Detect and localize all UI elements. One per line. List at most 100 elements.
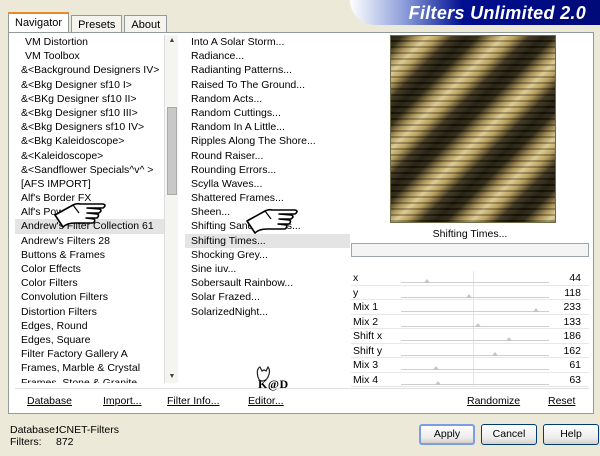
slider-value: 61 xyxy=(569,359,581,371)
list-item[interactable]: Random In A Little... xyxy=(185,120,350,134)
app-banner: Filters Unlimited 2.0 xyxy=(350,0,600,25)
list-item[interactable]: Ripples Along The Shore... xyxy=(185,134,350,148)
filters-count: 872 xyxy=(56,436,74,448)
slider-label: Shift y xyxy=(353,344,383,357)
list-item[interactable]: Rounding Errors... xyxy=(185,163,350,177)
slider-track[interactable] xyxy=(401,279,549,283)
slider-track[interactable] xyxy=(401,366,549,370)
apply-button[interactable]: Apply xyxy=(419,424,475,445)
slider-thumb[interactable] xyxy=(505,337,512,341)
slider-track[interactable] xyxy=(401,380,549,385)
list-item[interactable]: Sobersault Rainbow... xyxy=(185,276,350,290)
arrow-up-icon[interactable]: ▲ xyxy=(165,35,179,47)
list-item[interactable]: &<Background Designers IV> xyxy=(15,63,165,77)
slider-thumb[interactable] xyxy=(533,308,540,312)
list-item[interactable]: Convolution Filters xyxy=(15,290,165,304)
tab-presets[interactable]: Presets xyxy=(71,15,123,32)
pointing-hand-icon xyxy=(54,202,106,228)
list-item[interactable]: Raised To The Ground... xyxy=(185,78,350,92)
list-item[interactable]: Solar Frazed... xyxy=(185,290,350,304)
editor-button[interactable]: Editor... xyxy=(248,395,284,407)
list-item[interactable]: &<Kaleidoscope> xyxy=(15,149,165,163)
list-item[interactable]: VM Distortion xyxy=(15,35,165,49)
randomize-button[interactable]: Randomize xyxy=(467,395,520,407)
list-item[interactable]: &<Sandflower Specials^v^ > xyxy=(15,163,165,177)
slider-label: Shift x xyxy=(353,330,383,342)
list-item[interactable]: Scylla Waves... xyxy=(185,177,350,191)
list-item[interactable]: Radianting Patterns... xyxy=(185,63,350,77)
category-scrollbar[interactable]: ▲ ▼ xyxy=(164,35,178,383)
slider-row: Shift y 162 xyxy=(351,343,589,358)
list-item[interactable]: SolarizedNight... xyxy=(185,305,350,319)
list-item[interactable]: Shifting Times... xyxy=(185,233,350,248)
list-item[interactable]: Color Filters xyxy=(15,276,165,290)
list-item[interactable]: &<BKg Designer sf10 II> xyxy=(15,92,165,106)
slider-value: 133 xyxy=(563,315,581,328)
navigator-toolbar: Database Import... Filter Info... Editor… xyxy=(15,388,589,410)
parameter-sliders: x 44 y 118 Mix 1 233 Mix 2 133 Shift x 186 Shift y… xyxy=(351,271,589,387)
app-title: Filters Unlimited 2.0 xyxy=(408,3,586,23)
list-item[interactable]: [AFS IMPORT] xyxy=(15,177,165,191)
slider-value: 186 xyxy=(563,330,581,342)
slider-label: Mix 2 xyxy=(353,315,379,328)
tab-navigator[interactable]: Navigator xyxy=(8,12,70,32)
slider-track[interactable] xyxy=(401,308,549,312)
slider-thumb[interactable] xyxy=(466,293,473,298)
list-item[interactable]: Buttons & Frames xyxy=(15,248,165,262)
slider-label: Mix 1 xyxy=(353,301,379,313)
list-item[interactable]: Into A Solar Storm... xyxy=(185,35,350,49)
reset-button[interactable]: Reset xyxy=(548,395,575,407)
slider-value: 44 xyxy=(569,272,581,284)
list-item[interactable]: &<Bkg Designer sf10 III> xyxy=(15,106,165,120)
list-item[interactable]: &<Bkg Kaleidoscope> xyxy=(15,134,165,148)
slider-thumb[interactable] xyxy=(475,322,482,327)
preview-pattern xyxy=(391,36,555,222)
slider-label: x xyxy=(353,272,359,284)
database-button[interactable]: Database xyxy=(27,395,72,407)
list-item[interactable]: Andrew's Filters 28 xyxy=(15,234,165,248)
import-button[interactable]: Import... xyxy=(103,395,142,407)
slider-track[interactable] xyxy=(401,337,549,341)
slider-thumb[interactable] xyxy=(492,351,499,356)
slider-track[interactable] xyxy=(401,322,549,327)
list-item[interactable]: Round Raiser... xyxy=(185,149,350,163)
filters-label: Filters: xyxy=(10,436,42,448)
tab-bar: Navigator Presets About xyxy=(8,12,169,32)
list-item[interactable]: Shocking Grey... xyxy=(185,248,350,262)
slider-thumb[interactable] xyxy=(433,366,440,370)
slider-track[interactable] xyxy=(401,293,549,298)
filter-preview xyxy=(390,35,556,223)
arrow-down-icon[interactable]: ▼ xyxy=(165,371,179,383)
list-item[interactable]: Filter Factory Gallery A xyxy=(15,347,165,361)
database-info: Database:ICNET-Filters Filters: 872 xyxy=(10,424,119,448)
list-item[interactable]: Frames, Marble & Crystal xyxy=(15,361,165,375)
list-item[interactable]: Random Acts... xyxy=(185,92,350,106)
list-item[interactable]: Color Effects xyxy=(15,262,165,276)
list-item[interactable]: &<Bkg Designers sf10 IV> xyxy=(15,120,165,134)
list-item[interactable]: Frames, Stone & Granite xyxy=(15,376,165,384)
pointing-hand-icon xyxy=(246,208,298,234)
list-item[interactable]: Radiance... xyxy=(185,49,350,63)
filter-info-button[interactable]: Filter Info... xyxy=(167,395,220,407)
list-item[interactable]: VM Toolbox xyxy=(15,49,165,63)
list-item[interactable]: Distortion Filters xyxy=(15,305,165,319)
scrollbar-thumb[interactable] xyxy=(167,107,177,195)
slider-row: Mix 2 133 xyxy=(351,314,589,329)
database-label: Database: xyxy=(10,424,58,436)
list-item[interactable]: Edges, Square xyxy=(15,333,165,347)
slider-row: Shift x 186 xyxy=(351,329,589,344)
list-item[interactable]: &<Bkg Designer sf10 I> xyxy=(15,78,165,92)
cancel-button[interactable]: Cancel xyxy=(481,424,537,445)
list-item[interactable]: Random Cuttings... xyxy=(185,106,350,120)
list-item[interactable]: Sine iuv... xyxy=(185,262,350,276)
help-button[interactable]: Help xyxy=(543,424,599,445)
slider-track[interactable] xyxy=(401,351,549,356)
slider-thumb[interactable] xyxy=(434,380,441,385)
slider-thumb[interactable] xyxy=(423,279,430,283)
slider-value: 233 xyxy=(563,301,581,313)
navigator-panel: VM Distortion VM Toolbox &<Background Desi… xyxy=(8,32,594,414)
slider-value: 162 xyxy=(563,344,581,357)
list-item[interactable]: Edges, Round xyxy=(15,319,165,333)
slider-row: Mix 1 233 xyxy=(351,300,589,315)
tab-about[interactable]: About xyxy=(124,15,168,32)
